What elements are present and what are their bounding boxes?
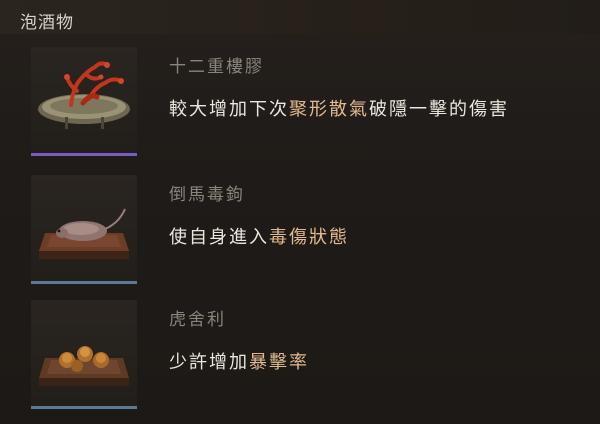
- desc-text: 少許增加: [169, 352, 249, 373]
- item-thumbnail: [31, 175, 137, 281]
- item-name: 虎舍利: [169, 310, 226, 330]
- item-thumbnail: [31, 300, 137, 406]
- desc-highlight: 毒傷狀態: [269, 227, 349, 248]
- spheres-on-tray-icon: [39, 346, 129, 386]
- item-description: 較大增加下次聚形散氣破隱一擊的傷害: [169, 95, 509, 121]
- item-description: 少許增加暴擊率: [169, 348, 309, 374]
- red-coral-plate-icon: [38, 61, 130, 129]
- rarity-bar: [31, 153, 137, 156]
- item-thumbnail: [31, 47, 137, 153]
- desc-text: 破隱一擊的傷害: [369, 99, 509, 120]
- item-description: 使自身進入毒傷狀態: [169, 223, 349, 249]
- item-name: 倒馬毒鉤: [169, 185, 245, 205]
- rarity-bar: [31, 406, 137, 409]
- rarity-bar: [31, 281, 137, 284]
- category-title: 泡酒物: [20, 13, 74, 33]
- desc-text: 較大增加下次: [169, 99, 289, 120]
- item-list-panel: 泡酒物 十二重樓膠 較大增加下次聚形散氣破隱一擊的傷害 倒馬毒鉤 使自身進入毒傷…: [0, 0, 600, 424]
- desc-text: 使自身進入: [169, 227, 269, 248]
- category-header: 泡酒物: [0, 0, 600, 34]
- list-item[interactable]: 虎舍利 少許增加暴擊率: [0, 300, 600, 424]
- item-name: 十二重樓膠: [169, 57, 264, 77]
- list-item[interactable]: 倒馬毒鉤 使自身進入毒傷狀態: [0, 175, 600, 299]
- desc-highlight: 暴擊率: [249, 352, 309, 373]
- list-item[interactable]: 十二重樓膠 較大增加下次聚形散氣破隱一擊的傷害: [0, 47, 600, 171]
- rat-on-tray-icon: [39, 208, 129, 259]
- desc-highlight: 聚形散氣: [289, 99, 369, 120]
